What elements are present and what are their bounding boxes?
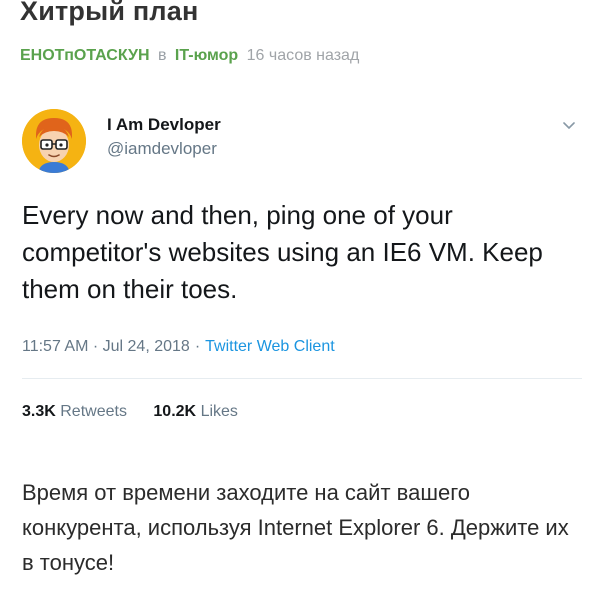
- chevron-down-glyph: [563, 122, 575, 129]
- post-title: Хитрый план: [20, 0, 199, 26]
- likes-count: 10.2K: [153, 403, 197, 420]
- tweet-stats: 3.3K Retweets 10.2K Likes: [22, 403, 238, 421]
- tweet-card: I Am Devloper @iamdevloper Every now and…: [0, 95, 600, 450]
- tweet-user-name[interactable]: I Am Devloper: [107, 115, 221, 135]
- retweets-stat[interactable]: 3.3K Retweets: [22, 403, 131, 420]
- tweet-source-link[interactable]: Twitter Web Client: [205, 338, 335, 355]
- post-meta: ЕНОТпОТАСКУН в IT-юмор 16 часов назад: [20, 47, 359, 65]
- tweet-text: Every now and then, ping one of your com…: [22, 200, 543, 304]
- likes-stat[interactable]: 10.2K Likes: [153, 403, 238, 420]
- tweet-timestamp[interactable]: 11:57 AM · Jul 24, 2018: [22, 338, 190, 355]
- tweet-divider: [22, 378, 582, 379]
- retweets-count: 3.3K: [22, 403, 56, 420]
- tweet-meta: 11:57 AM · Jul 24, 2018 · Twitter Web Clie…: [22, 338, 335, 356]
- tweet-meta-separator: ·: [194, 338, 201, 355]
- post-caption: Время от времени заходите на сайт вашего…: [22, 480, 569, 575]
- retweets-label: Retweets: [60, 403, 127, 420]
- tweet-user-handle[interactable]: @iamdevloper: [107, 139, 217, 159]
- likes-label: Likes: [200, 403, 238, 420]
- post-meta-preposition: в: [157, 47, 167, 64]
- post-community-link[interactable]: IT-юмор: [175, 47, 238, 64]
- developer-avatar-icon[interactable]: [22, 109, 86, 173]
- post-author-link[interactable]: ЕНОТпОТАСКУН: [20, 47, 150, 64]
- post-time: 16 часов назад: [246, 47, 360, 64]
- chevron-down-icon[interactable]: [559, 115, 579, 135]
- avatar-illustration: [22, 109, 86, 173]
